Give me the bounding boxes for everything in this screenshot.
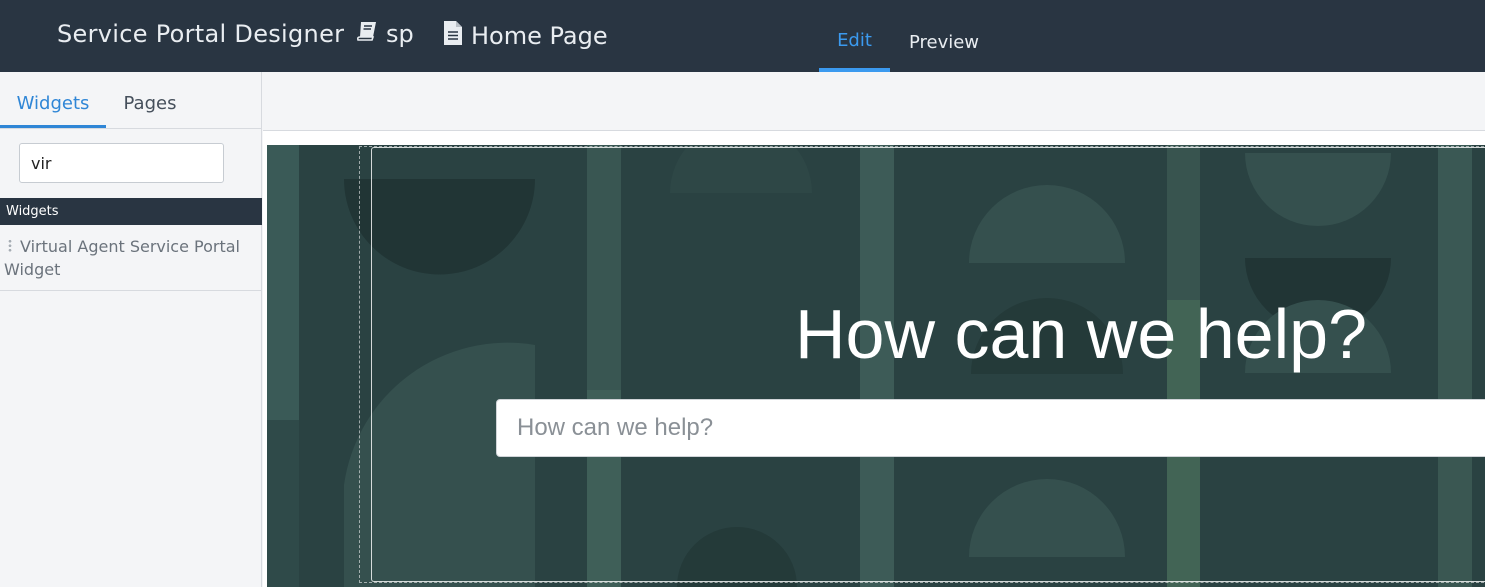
- widgets-section-header: Widgets: [0, 198, 262, 225]
- tab-pages[interactable]: Pages: [106, 72, 194, 128]
- tab-preview[interactable]: Preview: [900, 0, 988, 72]
- widget-item-label: Virtual Agent Service Portal Widget: [4, 237, 240, 279]
- drag-handle-icon[interactable]: [8, 239, 12, 253]
- page-name: Home Page: [471, 22, 608, 50]
- widget-list-item[interactable]: Virtual Agent Service Portal Widget: [0, 225, 262, 291]
- widget-search-input[interactable]: [19, 143, 224, 183]
- tab-edit[interactable]: Edit: [819, 0, 890, 72]
- tab-widgets[interactable]: Widgets: [0, 72, 106, 128]
- canvas-toolbar: [263, 72, 1485, 131]
- book-icon: [356, 20, 378, 48]
- sidebar-tabs: Widgets Pages: [0, 72, 262, 129]
- page-breadcrumb[interactable]: Home Page: [443, 20, 608, 52]
- portal-name: sp: [386, 20, 414, 48]
- portal-breadcrumb[interactable]: sp: [356, 20, 414, 48]
- sidebar: Widgets Pages Widgets Virtual Agent Serv…: [0, 72, 262, 587]
- app-title: Service Portal Designer: [57, 20, 345, 48]
- hero-search-input[interactable]: [496, 399, 1485, 457]
- document-icon: [443, 20, 463, 52]
- top-bar: Service Portal Designer sp Home Page Edi…: [0, 0, 1485, 72]
- hero-title: How can we help?: [795, 295, 1367, 373]
